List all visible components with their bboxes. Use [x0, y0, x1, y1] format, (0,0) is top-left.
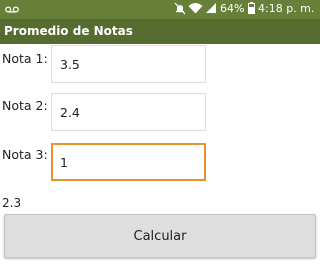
voicemail-icon — [5, 4, 19, 18]
battery-icon — [248, 2, 255, 18]
app-title: Promedio de Notas — [4, 24, 133, 38]
nota3-label: Nota 3: — [2, 147, 48, 162]
status-bar: 64% 4:18 p. m. — [0, 0, 320, 19]
signal-icon — [205, 2, 217, 18]
clock: 4:18 p. m. — [258, 2, 315, 15]
calculate-button[interactable]: Calcular — [4, 214, 316, 258]
nota3-field[interactable] — [51, 143, 206, 181]
wifi-icon — [188, 2, 203, 18]
nota1-field[interactable] — [51, 45, 206, 83]
result-text: 2.3 — [2, 196, 22, 210]
battery-level: 64% — [220, 2, 245, 15]
app-bar: Promedio de Notas — [0, 19, 320, 44]
nota2-field[interactable] — [51, 93, 206, 131]
nota1-label: Nota 1: — [2, 51, 48, 66]
nota2-label: Nota 2: — [2, 98, 48, 113]
silent-icon — [174, 2, 186, 19]
